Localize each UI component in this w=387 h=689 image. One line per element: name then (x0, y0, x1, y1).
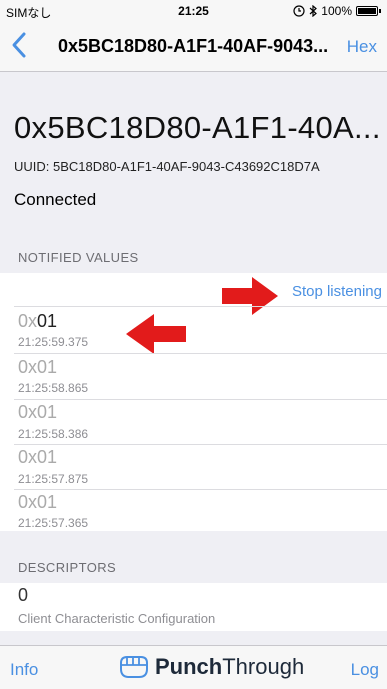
alarm-icon (293, 5, 305, 17)
red-arrow-icon (126, 314, 186, 354)
connection-status: Connected (14, 190, 97, 209)
notified-values-list: Stop listening 0x01 21:25:59.375 0x01 21… (0, 273, 387, 531)
value-text: 01 (37, 402, 58, 422)
row-divider (14, 353, 387, 354)
info-button[interactable]: Info (10, 660, 38, 680)
punch-through-logo: PunchThrough (117, 653, 304, 681)
value-timestamp: 21:25:57.365 (18, 516, 89, 530)
status-indicators: 100% (293, 4, 381, 18)
notified-value: 0x01 (18, 357, 57, 378)
notified-values-header: NOTIFIED VALUES (18, 250, 139, 265)
notified-value: 0x01 (18, 402, 57, 423)
characteristic-name: 0x5BC18D80-A1F1-40A... (14, 110, 381, 145)
descriptor-name: Client Characteristic Configuration (18, 611, 216, 626)
brand-name: PunchThrough (155, 654, 304, 680)
value-prefix: 0x (18, 311, 38, 331)
punch-through-logo-icon (120, 656, 148, 678)
descriptors-header: DESCRIPTORS (18, 560, 117, 575)
characteristic-uuid: UUID: 5BC18D80-A1F1-40AF-9043-C43692C18D… (14, 159, 320, 174)
value-text: 01 (37, 492, 58, 512)
notified-value: 0x01 (18, 311, 57, 332)
battery-tip (379, 9, 381, 13)
brand-regular: Through (222, 654, 305, 679)
row-divider (14, 306, 387, 307)
stop-listening-button[interactable]: Stop listening (292, 283, 382, 300)
status-bar: SIMなし 21:25 100% (0, 0, 387, 22)
value-timestamp: 21:25:57.875 (18, 472, 89, 486)
value-timestamp: 21:25:59.375 (18, 335, 89, 349)
hex-toggle-button[interactable]: Hex (347, 37, 377, 57)
red-arrow-icon (222, 277, 278, 315)
row-divider (14, 444, 387, 445)
nav-title: 0x5BC18D80-A1F1-40AF-9043... (58, 36, 329, 56)
battery-percent: 100% (321, 4, 352, 18)
bluetooth-icon (309, 5, 318, 17)
battery-icon (356, 6, 378, 16)
notified-value: 0x01 (18, 492, 57, 513)
value-text: 01 (37, 357, 58, 377)
value-timestamp: 21:25:58.386 (18, 427, 89, 441)
value-prefix: 0x (18, 357, 38, 377)
row-divider (14, 489, 387, 490)
descriptor-value: 0 (18, 585, 29, 605)
navigation-bar: 0x5BC18D80-A1F1-40AF-9043... Hex (0, 22, 387, 72)
value-prefix: 0x (18, 447, 38, 467)
value-timestamp: 21:25:58.865 (18, 381, 89, 395)
notified-value: 0x01 (18, 447, 57, 468)
value-text: 01 (37, 311, 58, 331)
row-divider (14, 399, 387, 400)
value-prefix: 0x (18, 492, 38, 512)
value-text: 01 (37, 447, 58, 467)
back-chevron-icon[interactable] (8, 30, 34, 60)
app-screen: SIMなし 21:25 100% 0x5BC18D80-A1F1-40AF-90… (0, 0, 387, 689)
descriptors-list: 0 Client Characteristic Configuration (0, 583, 387, 631)
value-prefix: 0x (18, 402, 38, 422)
characteristic-header: 0x5BC18D80-A1F1-40A... UUID: 5BC18D80-A1… (0, 72, 387, 230)
brand-bold: Punch (155, 654, 223, 679)
log-button[interactable]: Log (351, 660, 379, 680)
bottom-toolbar: Info PunchThrough Log (0, 645, 387, 689)
